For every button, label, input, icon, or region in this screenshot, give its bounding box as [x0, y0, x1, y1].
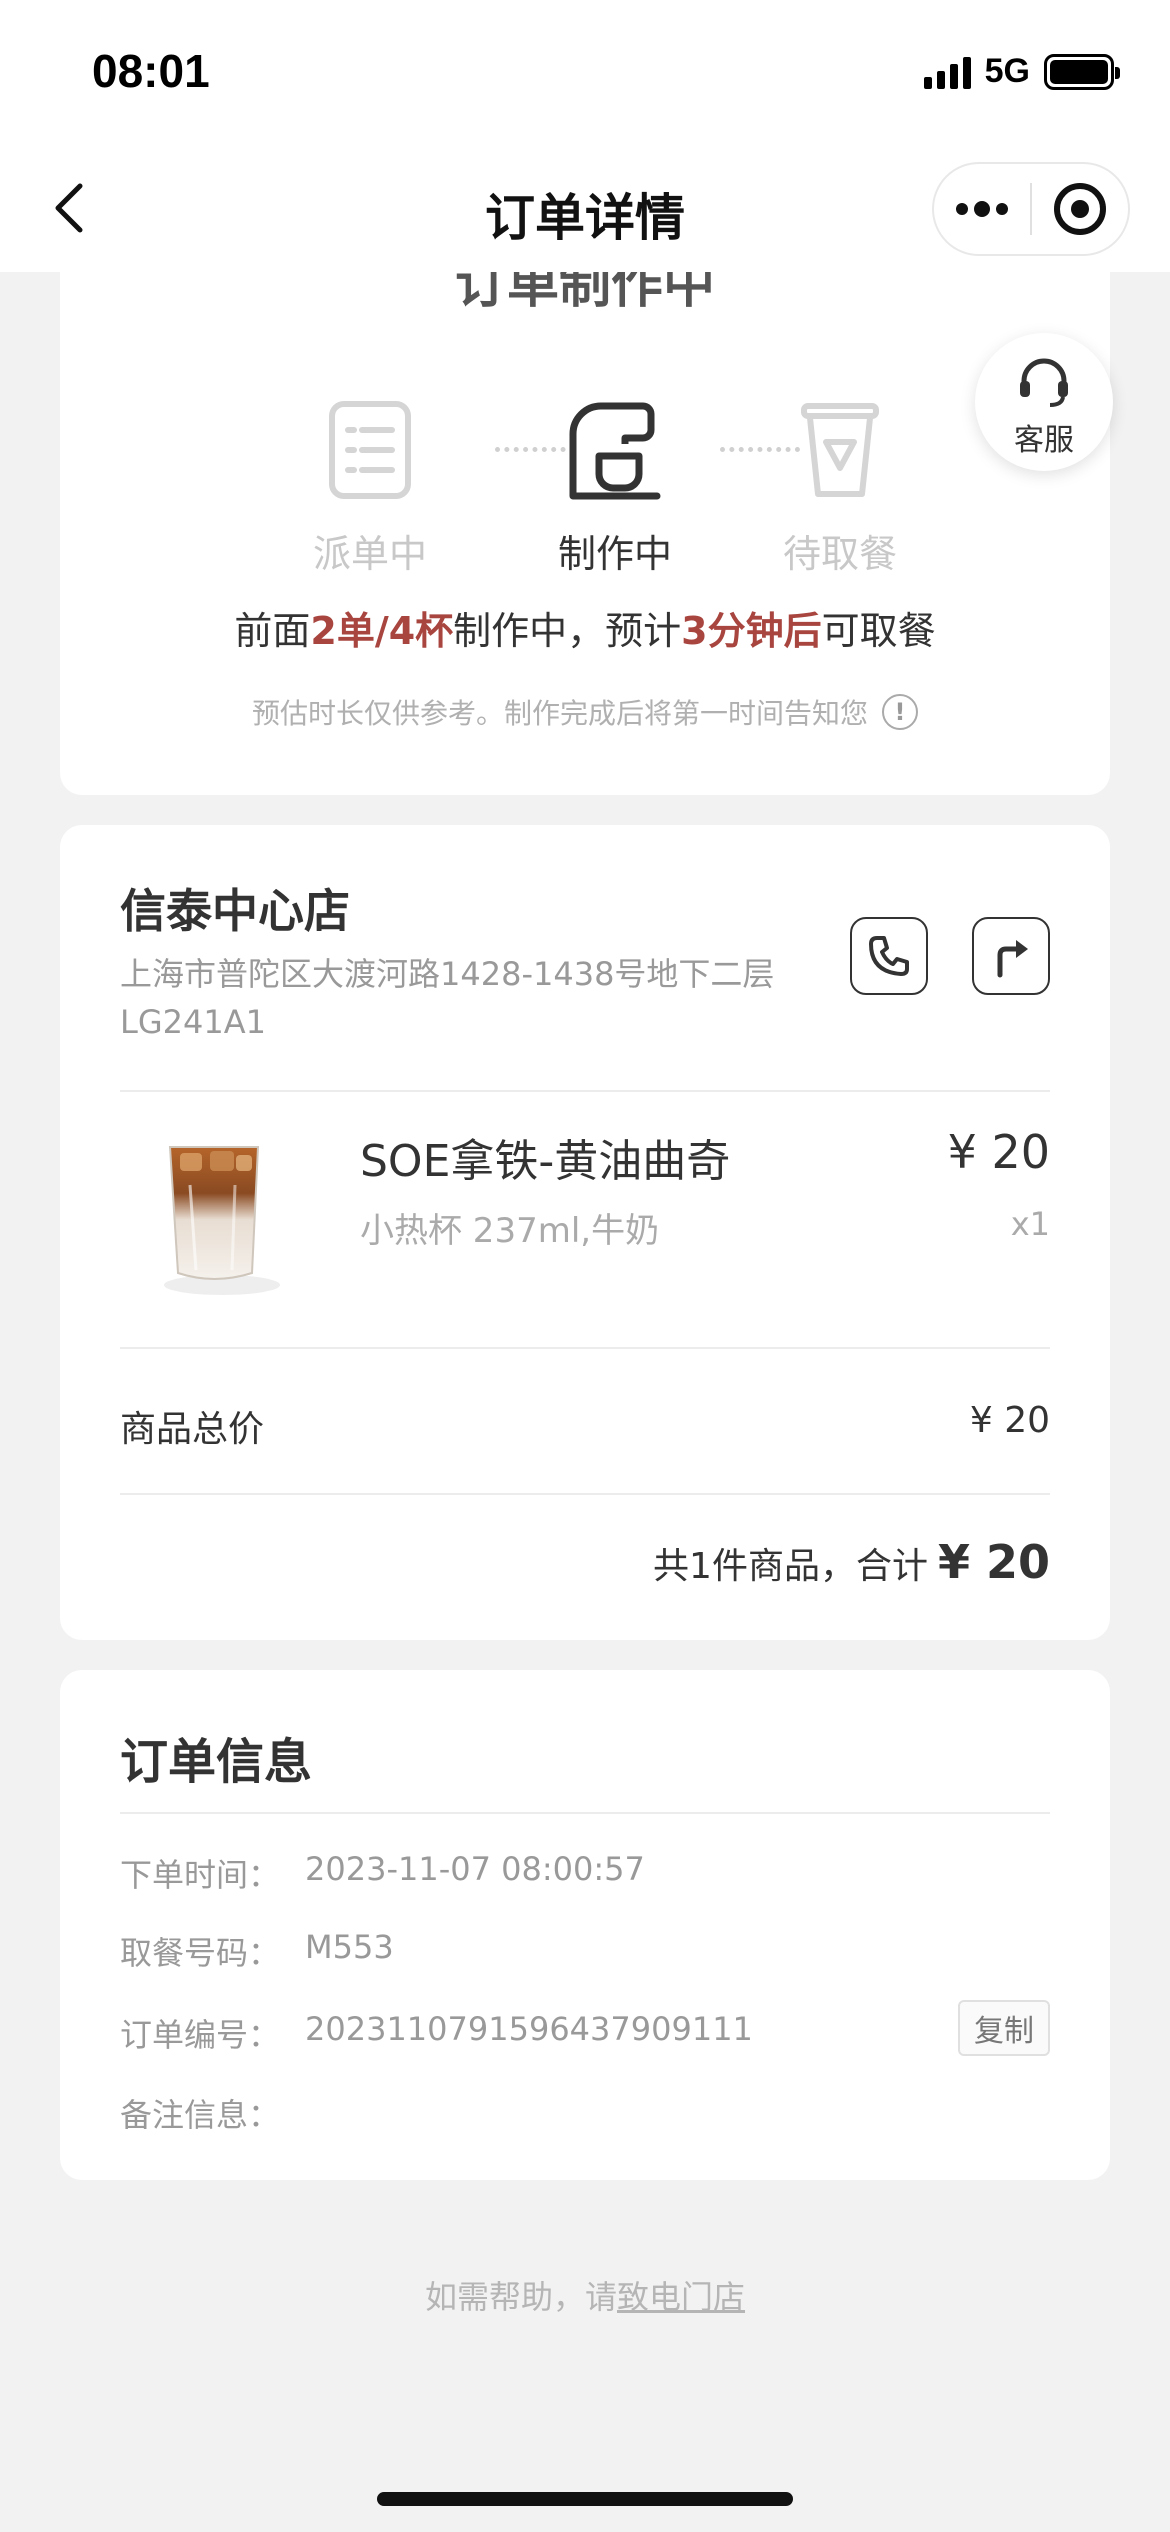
divider: [120, 1493, 1050, 1495]
subtotal-label: 商品总价: [120, 1409, 265, 1450]
progress-message: 前面2单/4杯制作中，预计3分钟后可取餐: [60, 600, 1110, 655]
total-label: 共1件商品，合计: [653, 1546, 928, 1587]
signal-icon: [923, 55, 971, 89]
info-key: 订单编号：: [120, 2016, 281, 2054]
battery-icon: [1044, 53, 1120, 90]
headset-icon: [1020, 358, 1068, 407]
step-label: 制作中: [557, 532, 672, 576]
store-name: 信泰中心店: [120, 884, 350, 938]
progress-middle: 制作中，预计: [453, 609, 682, 653]
latte-glass-image: [164, 1146, 280, 1295]
note-text: 预估时长仅供参考。制作完成后将第一时间告知您: [251, 697, 868, 730]
home-indicator[interactable]: [377, 2492, 793, 2506]
info-value: M553: [305, 1928, 394, 1966]
customer-service-button[interactable]: 客服: [975, 333, 1113, 471]
remark-row: 备注信息：: [120, 2090, 1050, 2138]
total-amount: ¥ 20: [937, 1535, 1050, 1589]
queue-count: 2单/4杯: [310, 609, 454, 653]
coffee-machine-icon: [569, 402, 661, 500]
directions-icon: [997, 940, 1028, 978]
order-info-title: 订单信息: [120, 1734, 313, 1790]
product-image: [140, 1125, 290, 1300]
product-spec: 小热杯 237ml,牛奶: [360, 1211, 660, 1251]
help-prefix: 如需帮助，请: [424, 2278, 617, 2316]
subtotal-value: ¥ 20: [969, 1400, 1050, 1441]
step-label: 待取餐: [782, 532, 897, 576]
navigate-button[interactable]: [972, 917, 1050, 995]
order-number-row: 订单编号： 2023110791596437909111 复制: [120, 2000, 1050, 2058]
step-making: 制作中: [535, 395, 695, 578]
divider: [120, 1090, 1050, 1092]
step-dispatching: 派单中: [290, 395, 450, 578]
cup-icon: [801, 403, 879, 497]
close-button[interactable]: [1032, 164, 1128, 254]
estimate-note: 预估时长仅供参考。制作完成后将第一时间告知您 !: [60, 692, 1110, 732]
info-key: 下单时间：: [120, 1856, 281, 1894]
mini-program-capsule: [932, 162, 1130, 256]
call-store-button[interactable]: [850, 917, 928, 995]
info-key: 取餐号码：: [120, 1934, 281, 1972]
status-time: 08:01: [92, 45, 210, 97]
info-key: 备注信息：: [120, 2096, 281, 2134]
status-bar: 08:01 5G: [0, 0, 1170, 150]
product-quantity: x1: [1010, 1205, 1050, 1243]
step-label: 派单中: [312, 532, 427, 576]
network-type: 5G: [984, 52, 1030, 90]
product-name: SOE拿铁-黄油曲奇: [360, 1136, 731, 1187]
order-time-row: 下单时间： 2023-11-07 08:00:57: [120, 1850, 1050, 1898]
call-store-link[interactable]: 致电门店: [617, 2278, 745, 2316]
info-value: 2023110791596437909111: [305, 2010, 753, 2048]
phone-icon: [869, 936, 909, 976]
more-button[interactable]: [934, 164, 1030, 254]
order-status-card: 订单制作中 派单中 制作中 待取餐 前面2单/4杯制作中，预计3分钟后可取餐 预…: [60, 230, 1110, 795]
service-label: 客服: [1014, 423, 1074, 458]
help-message: 如需帮助，请致电门店: [0, 2272, 1170, 2318]
order-info-card: 订单信息 下单时间： 2023-11-07 08:00:57 取餐号码： M55…: [60, 1670, 1110, 2180]
order-total: 共1件商品，合计 ¥ 20: [653, 1535, 1050, 1589]
target-close-icon: [1053, 183, 1106, 235]
progress-prefix: 前面: [234, 609, 311, 653]
divider: [120, 1347, 1050, 1349]
info-value: 2023-11-07 08:00:57: [305, 1850, 645, 1888]
progress-steps: 派单中 制作中 待取餐: [290, 395, 940, 578]
info-icon[interactable]: !: [882, 694, 918, 730]
eta-time: 3分钟后: [681, 609, 822, 653]
product-price: ¥ 20: [947, 1125, 1050, 1179]
progress-suffix: 可取餐: [821, 609, 936, 653]
status-indicators: 5G: [923, 52, 1120, 91]
navigation-bar: 订单详情: [0, 150, 1170, 272]
store-address: 上海市普陀区大渡河路1428-1438号地下二层LG241A1: [120, 955, 775, 1041]
store-order-card: 信泰中心店 上海市普陀区大渡河路1428-1438号地下二层LG241A1 SO…: [60, 825, 1110, 1640]
clipboard-icon: [329, 401, 411, 499]
step-pickup: 待取餐: [760, 395, 920, 578]
pickup-code-row: 取餐号码： M553: [120, 1928, 1050, 1976]
divider: [120, 1812, 1050, 1814]
copy-button[interactable]: 复制: [958, 2000, 1050, 2056]
